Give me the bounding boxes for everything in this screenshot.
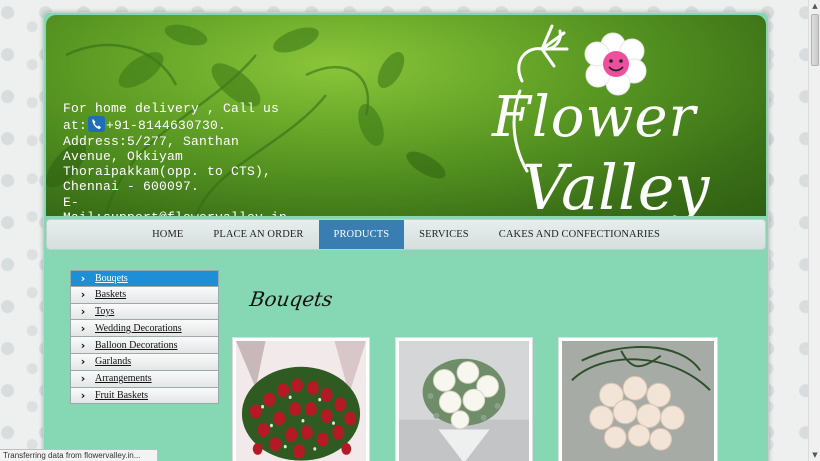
chevron-right-icon: › [80,372,86,386]
sidebar-item-arrangements[interactable]: › Arrangements [70,370,219,388]
red-roses-bouquet-image [236,341,366,461]
sidebar-item-bouqets[interactable]: › Bouqets [70,270,219,287]
sidebar-item-label: Toys [95,305,115,317]
nav-home[interactable]: Home [137,220,198,249]
contact-email: E-Mail:support@flowervalley.in. [63,194,295,216]
status-bar: Transferring data from flowervalley.in..… [0,449,158,461]
contact-line: For home delivery , Call us [63,101,280,116]
category-sidebar: › Bouqets › Baskets › Toys › Wedding Dec… [70,270,219,405]
sidebar-item-label: Bouqets [95,272,128,284]
chevron-right-icon: › [80,338,86,352]
contact-info: For home delivery , Call us at: +91-81446… [63,101,303,216]
section-title: Bouqets [248,287,335,311]
nav-products[interactable]: Products [318,220,405,249]
sidebar-item-wedding-decorations[interactable]: › Wedding Decorations [70,320,219,338]
sidebar-item-label: Wedding Decorations [95,322,182,334]
logo[interactable]: Flower Valley [482,21,722,216]
product-card[interactable] [395,337,533,461]
sidebar-item-label: Balloon Decorations [95,339,178,351]
sidebar-item-label: Garlands [95,356,132,368]
scroll-up-arrow-icon[interactable]: ▲ [809,0,820,12]
contact-at: at: [63,118,88,134]
product-card[interactable] [232,337,370,461]
chevron-right-icon: › [80,321,86,335]
page-frame: For home delivery , Call us at: +91-81446… [43,12,769,461]
logo-graphic: Flower Valley [491,24,710,216]
peach-roses-bouquet-image [562,341,714,461]
sidebar-item-label: Fruit Baskets [95,389,149,401]
contact-address: Address:5/277, Santhan Avenue, Okkiyam T… [63,133,272,195]
chevron-right-icon: › [80,304,86,318]
scroll-thumb[interactable] [811,14,819,66]
product-card[interactable] [558,337,718,461]
sidebar-item-label: Arrangements [95,373,152,385]
chevron-right-icon: › [80,388,86,402]
contact-phone-line: at: +91-8144630730. [63,116,303,133]
sidebar-item-toys[interactable]: › Toys [70,303,219,321]
white-roses-bouquet-image [399,341,529,461]
sidebar-item-label: Baskets [95,289,127,301]
sidebar-item-garlands[interactable]: › Garlands [70,353,219,371]
chevron-right-icon: › [80,288,86,302]
main-nav: Home Place an Order Products Services Ca… [46,219,766,250]
header-banner: For home delivery , Call us at: +91-81446… [46,15,766,216]
nav-cakes-and-confectionaries[interactable]: Cakes and Confectionaries [484,220,675,249]
sidebar-item-balloon-decorations[interactable]: › Balloon Decorations [70,337,219,354]
nav-services[interactable]: Services [404,220,484,249]
nav-place-an-order[interactable]: Place an Order [198,220,318,249]
chevron-right-icon: › [80,355,86,369]
vertical-scrollbar[interactable]: ▲ ▼ [808,0,820,461]
sidebar-item-baskets[interactable]: › Baskets [70,286,219,304]
logo-line1: Flower [491,85,699,150]
contact-phone: +91-8144630730. [106,118,227,134]
phone-icon [88,116,106,133]
chevron-right-icon: › [80,271,86,285]
sidebar-item-fruit-baskets[interactable]: › Fruit Baskets [70,387,219,405]
scroll-down-arrow-icon[interactable]: ▼ [809,449,820,461]
logo-line2: Valley [522,151,710,216]
